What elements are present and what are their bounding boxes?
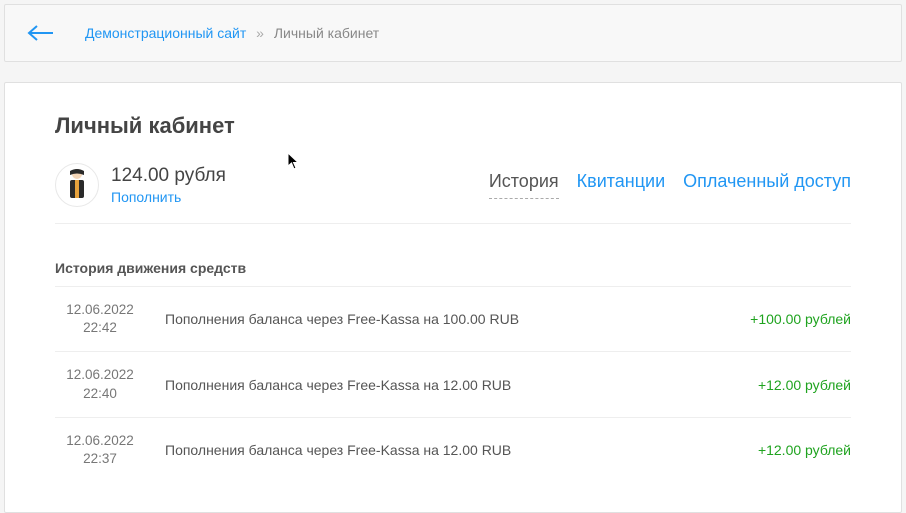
table-row: 12.06.2022 22:37 Пополнения баланса чере… [55, 417, 851, 482]
back-arrow-icon [26, 24, 54, 42]
transaction-description: Пополнения баланса через Free-Kassa на 1… [145, 377, 758, 393]
transactions-list: 12.06.2022 22:42 Пополнения баланса чере… [55, 286, 851, 482]
tab-paid-access[interactable]: Оплаченный доступ [683, 171, 851, 199]
transaction-amount: +100.00 рублей [750, 311, 851, 327]
section-title: История движения средств [55, 260, 851, 276]
back-button[interactable] [25, 18, 55, 48]
transaction-date: 12.06.2022 22:42 [55, 301, 145, 337]
transaction-amount: +12.00 рублей [758, 377, 851, 393]
transaction-amount: +12.00 рублей [758, 442, 851, 458]
tab-receipts[interactable]: Квитанции [577, 171, 666, 199]
table-row: 12.06.2022 22:40 Пополнения баланса чере… [55, 351, 851, 416]
tab-history[interactable]: История [489, 171, 559, 199]
topup-link[interactable]: Пополнить [111, 189, 226, 205]
main-card: Личный кабинет 124.00 рубля Пополнить Ис… [4, 82, 902, 513]
breadcrumb-site-link[interactable]: Демонстрационный сайт [85, 25, 246, 41]
tabs: История Квитанции Оплаченный доступ [489, 171, 851, 199]
page-title: Личный кабинет [55, 113, 851, 139]
balance-amount: 124.00 рубля [111, 165, 226, 187]
table-row: 12.06.2022 22:42 Пополнения баланса чере… [55, 286, 851, 351]
person-icon [63, 167, 91, 203]
transaction-description: Пополнения баланса через Free-Kassa на 1… [145, 311, 750, 327]
breadcrumb-current: Личный кабинет [274, 25, 379, 41]
breadcrumb-separator: » [256, 25, 264, 41]
breadcrumb-bar: Демонстрационный сайт » Личный кабинет [4, 4, 902, 62]
transaction-date: 12.06.2022 22:37 [55, 432, 145, 468]
transaction-description: Пополнения баланса через Free-Kassa на 1… [145, 442, 758, 458]
breadcrumb: Демонстрационный сайт » Личный кабинет [85, 25, 379, 41]
avatar [55, 163, 99, 207]
transaction-date: 12.06.2022 22:40 [55, 366, 145, 402]
balance-text: 124.00 рубля Пополнить [111, 165, 226, 205]
account-row: 124.00 рубля Пополнить История Квитанции… [55, 163, 851, 224]
balance-block: 124.00 рубля Пополнить [55, 163, 226, 207]
